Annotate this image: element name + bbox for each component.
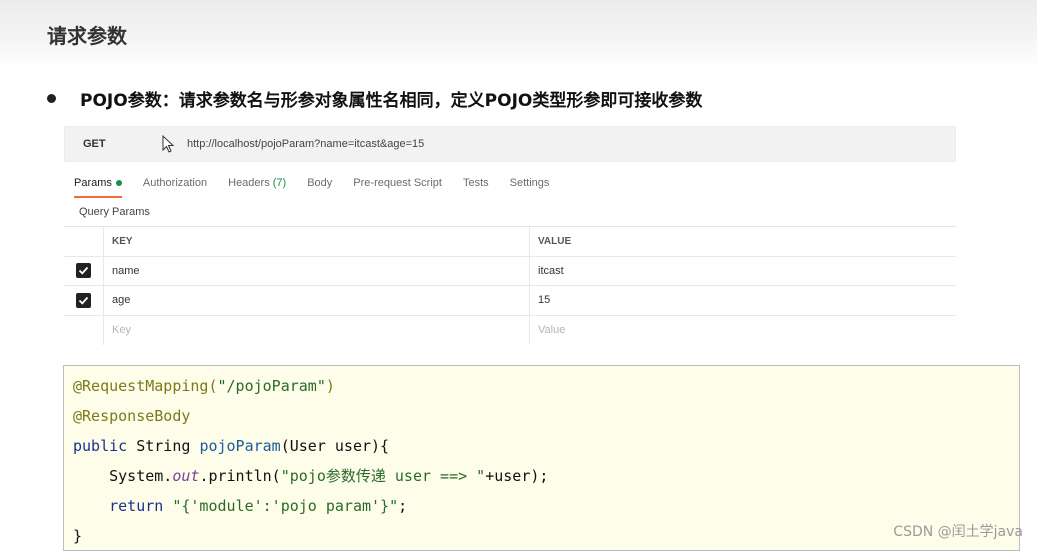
params-active-dot-icon — [115, 180, 122, 187]
new-value-input[interactable]: Value — [530, 324, 565, 336]
code-line: public String pojoParam(User user){ — [73, 437, 390, 455]
param-value-cell[interactable]: 15 — [530, 294, 550, 306]
http-method-select[interactable]: GET — [65, 138, 157, 150]
bullet-text: POJO参数：请求参数名与形参对象属性名相同，定义POJO类型形参即可接收参数 — [80, 91, 703, 111]
checkmark-icon — [78, 267, 89, 275]
table-row: name itcast — [64, 256, 956, 286]
value-column-header: VALUE — [538, 235, 572, 247]
table-row: age 15 — [64, 286, 956, 316]
checkmark-icon — [78, 296, 89, 305]
new-param-row: Key Value — [64, 315, 956, 345]
param-key-cell[interactable]: age — [104, 286, 530, 315]
code-line: System.out.println("pojo参数传递 user ==> "+… — [73, 467, 549, 485]
tab-authorization[interactable]: Authorization — [143, 174, 207, 198]
code-line: @ResponseBody — [73, 407, 191, 425]
param-key-cell[interactable]: name — [104, 256, 530, 285]
bullet-point: POJO参数：请求参数名与形参对象属性名相同，定义POJO类型形参即可接收参数 — [47, 86, 702, 111]
url-bar[interactable]: GET http://localhost/pojoParam?name=itca… — [64, 126, 956, 162]
mouse-cursor-icon — [162, 134, 175, 153]
code-line: } — [73, 527, 83, 545]
tab-pre-request-script[interactable]: Pre-request Script — [353, 174, 442, 198]
param-value-cell[interactable]: itcast — [530, 265, 564, 277]
query-params-table: KEY VALUE name itcast age 15 Key Value — [64, 226, 956, 345]
request-url-input[interactable]: http://localhost/pojoParam?name=itcast&a… — [187, 138, 424, 150]
code-line: return "{'module':'pojo param'}"; — [73, 497, 408, 515]
new-key-input[interactable]: Key — [104, 315, 530, 345]
headers-count-badge: (7) — [272, 177, 287, 189]
bullet-dot-icon — [47, 94, 56, 103]
postman-request-panel: GET http://localhost/pojoParam?name=itca… — [64, 118, 956, 345]
key-column-header: KEY — [104, 227, 530, 256]
code-snippet: @RequestMapping("/pojoParam") @ResponseB… — [63, 365, 1020, 551]
csdn-watermark: CSDN @闰土学java — [893, 524, 1023, 540]
row-checkbox[interactable] — [76, 263, 91, 279]
tab-params[interactable]: Params — [74, 174, 122, 198]
tab-settings[interactable]: Settings — [510, 174, 550, 198]
table-header-row: KEY VALUE — [64, 227, 956, 257]
tab-tests[interactable]: Tests — [463, 174, 489, 198]
query-params-label: Query Params — [79, 206, 150, 218]
row-checkbox[interactable] — [76, 292, 91, 308]
request-tabs: Params Authorization Headers (7) Body Pr… — [74, 174, 570, 198]
tab-body[interactable]: Body — [307, 174, 332, 198]
slide-title: 请求参数 — [47, 24, 127, 48]
tab-headers[interactable]: Headers (7) — [228, 174, 286, 198]
code-line: @RequestMapping("/pojoParam") — [73, 377, 335, 395]
